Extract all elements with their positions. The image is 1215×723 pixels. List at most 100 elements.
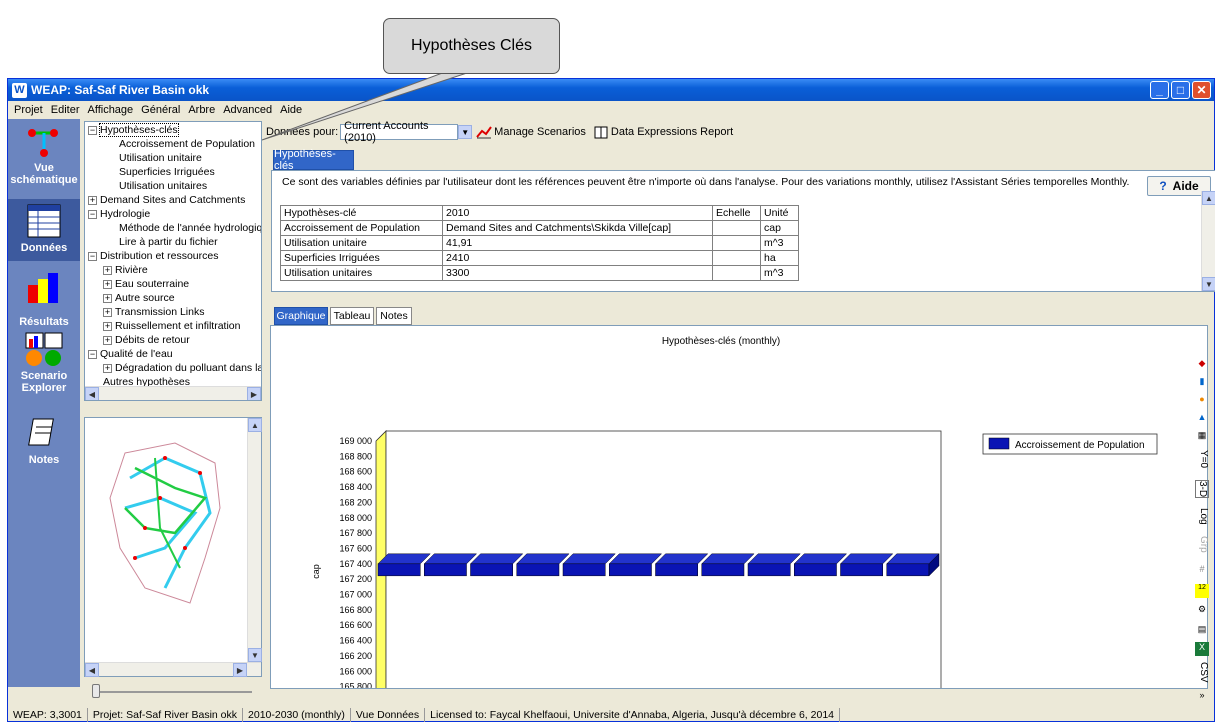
menu-advanced[interactable]: Advanced <box>219 104 276 116</box>
y-zero-toggle[interactable]: Y=0 <box>1195 450 1209 468</box>
scenario-dropdown-icon[interactable]: ▼ <box>458 125 473 139</box>
view-schematique-label-2: schématique <box>10 174 78 186</box>
tree-item-accroissement[interactable]: Accroissement de Population <box>119 137 255 151</box>
grid-cell[interactable]: cap <box>760 220 799 236</box>
scroll-down-icon[interactable]: ▼ <box>248 648 262 662</box>
tree-item-superficies[interactable]: Superficies Irriguées <box>119 165 215 179</box>
grid-cell[interactable]: Accroissement de Population <box>280 220 443 236</box>
tree-item-qualite[interactable]: − Qualité de l'eau <box>88 347 173 361</box>
grid-cell[interactable]: 3300 <box>442 265 713 281</box>
grid-cell[interactable] <box>712 220 761 236</box>
log-scale-toggle[interactable]: Log <box>1195 508 1209 525</box>
excel-export-icon[interactable]: X <box>1195 642 1209 656</box>
line-options-icon[interactable]: ▲ <box>1195 412 1209 426</box>
table-row[interactable]: Superficies Irriguées 2410 ha <box>280 250 799 266</box>
scroll-up-icon[interactable]: ▲ <box>248 418 262 432</box>
grid-vscrollbar[interactable]: ▲ ▼ <box>1201 191 1215 291</box>
data-expressions-report-button[interactable]: Data Expressions Report <box>611 126 733 138</box>
more-tools-icon[interactable]: » <box>1195 690 1209 704</box>
table-row[interactable]: Accroissement de Population Demand Sites … <box>280 220 799 236</box>
table-view-icon[interactable]: ▤ <box>1195 624 1209 638</box>
menu-editer[interactable]: Editer <box>47 104 84 116</box>
tree-hscrollbar[interactable]: ◀ ▶ <box>85 386 261 400</box>
3d-toggle[interactable]: 3-D <box>1195 480 1209 499</box>
color-palette-icon[interactable]: ● <box>1195 394 1209 408</box>
grid-cell[interactable] <box>712 235 761 251</box>
chart-canvas: Hypothèses-clés (monthly) 169 000 168 800 1… <box>311 336 1158 723</box>
grid-cell[interactable] <box>712 265 761 281</box>
scroll-left-icon[interactable]: ◀ <box>85 387 99 400</box>
zoom-slider[interactable] <box>92 683 252 699</box>
menu-aide[interactable]: Aide <box>276 104 306 116</box>
scroll-up-icon[interactable]: ▲ <box>1202 191 1215 205</box>
manage-scenarios-button[interactable]: Manage Scenarios <box>494 126 586 138</box>
grid-cell[interactable]: Utilisation unitaires <box>280 265 443 281</box>
tree-item-autre-source[interactable]: + Autre source <box>103 291 175 305</box>
y-tick-label: 166 800 <box>339 605 372 615</box>
tab-tableau[interactable]: Tableau <box>330 307 374 325</box>
close-button[interactable]: ✕ <box>1192 81 1211 99</box>
grid-cell[interactable]: 2410 <box>442 250 713 266</box>
chart-type-icon[interactable]: ◆ <box>1195 358 1209 372</box>
tree-item-eau-souterraine[interactable]: + Eau souterraine <box>103 277 189 291</box>
grid-cell[interactable]: 41,91 <box>442 235 713 251</box>
map-vscrollbar[interactable]: ▲ ▼ <box>247 418 262 662</box>
table-row[interactable]: Utilisation unitaire 41,91 m^3 <box>280 235 799 251</box>
view-donnees-button[interactable]: Données <box>8 199 80 261</box>
scroll-left-icon[interactable]: ◀ <box>85 663 99 677</box>
tree-item-debits[interactable]: + Débits de retour <box>103 333 190 347</box>
tree-item-distribution[interactable]: − Distribution et ressources <box>88 249 218 263</box>
tree-item-demand[interactable]: + Demand Sites and Catchments <box>88 193 245 207</box>
menu-projet[interactable]: Projet <box>10 104 47 116</box>
menu-general[interactable]: Général <box>137 104 184 116</box>
minimize-button[interactable]: _ <box>1150 81 1169 99</box>
view-schematique-button[interactable]: Vue schématique <box>8 123 80 186</box>
grid-cell[interactable]: ha <box>760 250 799 266</box>
view-resultats-button[interactable]: Résultats <box>8 269 80 328</box>
save-chart-icon[interactable]: ⚙ <box>1195 604 1209 618</box>
tree-item-hypotheses[interactable]: − Hypothèses-clés <box>88 123 179 137</box>
tree-item-degradation[interactable]: + Dégradation du polluant dans la li <box>103 361 261 375</box>
grid-cell[interactable]: Demand Sites and Catchments\Skikda Ville… <box>442 220 713 236</box>
menu-arbre[interactable]: Arbre <box>184 104 219 116</box>
scenario-select[interactable]: Current Accounts (2010) <box>340 120 459 144</box>
group-toggle[interactable]: Grp <box>1195 536 1209 553</box>
scroll-right-icon[interactable]: ▶ <box>233 663 247 677</box>
view-scenario-explorer-button[interactable]: Scenario Explorer <box>8 331 80 394</box>
tree-item-transmission[interactable]: + Transmission Links <box>103 305 204 319</box>
tab-hypotheses[interactable]: Hypothèses-clés <box>273 148 354 172</box>
table-row[interactable]: Utilisation unitaires 3300 m^3 <box>280 265 799 281</box>
grid-options-icon[interactable]: ▦ <box>1195 430 1209 444</box>
maximize-button[interactable]: □ <box>1171 81 1190 99</box>
tree-item-utilisation-unitaire[interactable]: Utilisation unitaire <box>119 151 202 165</box>
tab-graphique[interactable]: Graphique <box>274 307 328 325</box>
y-tick-label: 168 200 <box>339 497 372 507</box>
grid-cell[interactable]: m^3 <box>760 265 799 281</box>
tab-notes[interactable]: Notes <box>376 307 412 325</box>
grid-cell[interactable] <box>712 250 761 266</box>
csv-export-button[interactable]: CSV <box>1195 662 1209 683</box>
scroll-right-icon[interactable]: ▶ <box>247 387 261 400</box>
tree-item-lire[interactable]: Lire à partir du fichier <box>119 235 218 249</box>
stacked-bars-icon[interactable]: ▮ <box>1195 376 1209 390</box>
scenario-explorer-icon <box>25 332 63 366</box>
tree-item-ruissellement[interactable]: + Ruissellement et infiltration <box>103 319 240 333</box>
zoom-slider-thumb[interactable] <box>92 684 100 698</box>
grid-header-cell: Hypothèses-clé <box>280 205 443 221</box>
grid-cell[interactable]: m^3 <box>760 235 799 251</box>
map-hscrollbar[interactable]: ◀ ▶ <box>85 662 261 677</box>
view-notes-button[interactable]: Notes <box>8 415 80 466</box>
scroll-down-icon[interactable]: ▼ <box>1202 277 1215 291</box>
schematic-thumbnail[interactable]: ▲ ▼ ◀ ▶ <box>84 417 262 677</box>
menu-affichage[interactable]: Affichage <box>84 104 138 116</box>
grid-cell[interactable]: Superficies Irriguées <box>280 250 443 266</box>
data-labels-icon[interactable]: 12 <box>1195 584 1209 598</box>
tree-item-riviere[interactable]: + Rivière <box>103 263 148 277</box>
grid-cell[interactable]: Utilisation unitaire <box>280 235 443 251</box>
tree-item-hydrologie[interactable]: − Hydrologie <box>88 207 150 221</box>
tree-item-methode[interactable]: Méthode de l'année hydrologique <box>119 221 261 235</box>
bar <box>470 563 513 577</box>
gridlines-icon[interactable]: # <box>1195 564 1209 578</box>
tree-item-utilisation-unitaires[interactable]: Utilisation unitaires <box>119 179 207 193</box>
scenario-toolbar: Données pour: Current Accounts (2010) ▼ … <box>266 120 1206 144</box>
